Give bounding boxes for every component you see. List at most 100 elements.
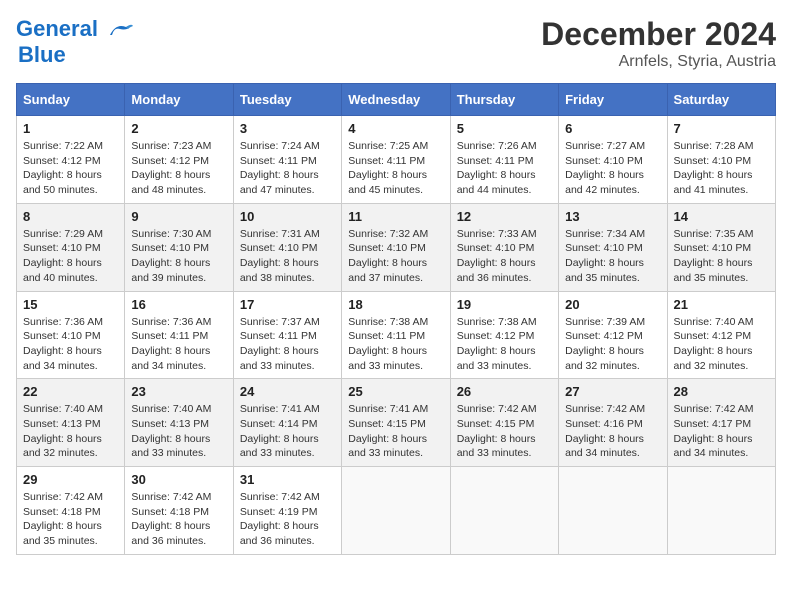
day-info: Sunrise: 7:42 AMSunset: 4:19 PMDaylight:… <box>240 490 335 549</box>
logo-text: General <box>16 16 134 42</box>
day-info: Sunrise: 7:23 AMSunset: 4:12 PMDaylight:… <box>131 139 226 198</box>
day-number: 18 <box>348 297 443 312</box>
table-row: 17 Sunrise: 7:37 AMSunset: 4:11 PMDayligh… <box>233 291 341 379</box>
logo-bird-icon <box>106 21 134 39</box>
page-header: General Blue December 2024 Arnfels, Styr… <box>16 16 776 71</box>
table-row: 7 Sunrise: 7:28 AMSunset: 4:10 PMDaylight… <box>667 116 775 204</box>
calendar-week-row: 8 Sunrise: 7:29 AMSunset: 4:10 PMDaylight… <box>17 203 776 291</box>
day-number: 13 <box>565 209 660 224</box>
day-number: 4 <box>348 121 443 136</box>
day-number: 30 <box>131 472 226 487</box>
day-number: 12 <box>457 209 552 224</box>
col-monday: Monday <box>125 84 233 116</box>
day-info: Sunrise: 7:41 AMSunset: 4:14 PMDaylight:… <box>240 402 335 461</box>
table-row: 30 Sunrise: 7:42 AMSunset: 4:18 PMDayligh… <box>125 467 233 555</box>
table-row: 31 Sunrise: 7:42 AMSunset: 4:19 PMDayligh… <box>233 467 341 555</box>
table-row: 29Sunrise: 7:42 AMSunset: 4:18 PMDayligh… <box>17 467 125 555</box>
day-info: Sunrise: 7:22 AMSunset: 4:12 PMDaylight:… <box>23 139 118 198</box>
day-number: 9 <box>131 209 226 224</box>
day-info: Sunrise: 7:28 AMSunset: 4:10 PMDaylight:… <box>674 139 769 198</box>
day-number: 26 <box>457 384 552 399</box>
day-info: Sunrise: 7:26 AMSunset: 4:11 PMDaylight:… <box>457 139 552 198</box>
day-number: 19 <box>457 297 552 312</box>
table-row: 6Sunrise: 7:27 AMSunset: 4:10 PMDaylight… <box>559 116 667 204</box>
table-row: 18 Sunrise: 7:38 AMSunset: 4:11 PMDayligh… <box>342 291 450 379</box>
day-number: 22 <box>23 384 118 399</box>
day-number: 6 <box>565 121 660 136</box>
calendar-week-row: 15Sunrise: 7:36 AMSunset: 4:10 PMDayligh… <box>17 291 776 379</box>
day-info: Sunrise: 7:38 AMSunset: 4:11 PMDaylight:… <box>348 315 443 374</box>
table-row: 25 Sunrise: 7:41 AMSunset: 4:15 PMDayligh… <box>342 379 450 467</box>
calendar-week-row: 29 Sunrise: 7:42 AMSunset: 4:18 PMDayligh… <box>17 467 776 555</box>
title-block: December 2024 Arnfels, Styria, Austria <box>541 16 776 71</box>
table-row: 4Sunrise: 7:25 AMSunset: 4:11 PMDaylight… <box>342 116 450 204</box>
page-title: December 2024 <box>541 16 776 53</box>
day-info: Sunrise: 7:33 AMSunset: 4:10 PMDaylight:… <box>457 227 552 286</box>
table-row: 22 Sunrise: 7:40 AMSunset: 4:13 PMDayligh… <box>17 379 125 467</box>
day-number: 1 <box>23 121 118 136</box>
day-number: 17 <box>240 297 335 312</box>
day-number: 8 <box>23 209 118 224</box>
day-info: Sunrise: 7:42 AMSunset: 4:18 PMDaylight:… <box>131 490 226 549</box>
day-number: 27 <box>565 384 660 399</box>
day-info: Sunrise: 7:36 AMSunset: 4:10 PMDaylight:… <box>23 315 118 374</box>
col-friday: Friday <box>559 84 667 116</box>
day-info: Sunrise: 7:31 AMSunset: 4:10 PMDaylight:… <box>240 227 335 286</box>
day-number: 11 <box>348 209 443 224</box>
day-info: Sunrise: 7:39 AMSunset: 4:12 PMDaylight:… <box>565 315 660 374</box>
col-sunday: Sunday <box>17 84 125 116</box>
day-info: Sunrise: 7:29 AMSunset: 4:10 PMDaylight:… <box>23 227 118 286</box>
day-info: Sunrise: 7:40 AMSunset: 4:13 PMDaylight:… <box>131 402 226 461</box>
logo: General Blue <box>16 16 134 68</box>
day-number: 3 <box>240 121 335 136</box>
col-wednesday: Wednesday <box>342 84 450 116</box>
day-number: 25 <box>348 384 443 399</box>
day-info: Sunrise: 7:34 AMSunset: 4:10 PMDaylight:… <box>565 227 660 286</box>
table-row: 9 Sunrise: 7:30 AMSunset: 4:10 PMDaylight… <box>125 203 233 291</box>
day-info: Sunrise: 7:36 AMSunset: 4:11 PMDaylight:… <box>131 315 226 374</box>
col-tuesday: Tuesday <box>233 84 341 116</box>
day-number: 7 <box>674 121 769 136</box>
col-thursday: Thursday <box>450 84 558 116</box>
table-row: 2 Sunrise: 7:23 AMSunset: 4:12 PMDaylight… <box>125 116 233 204</box>
table-row: 19Sunrise: 7:38 AMSunset: 4:12 PMDayligh… <box>450 291 558 379</box>
day-number: 23 <box>131 384 226 399</box>
day-info: Sunrise: 7:42 AMSunset: 4:17 PMDaylight:… <box>674 402 769 461</box>
day-number: 21 <box>674 297 769 312</box>
day-number: 31 <box>240 472 335 487</box>
calendar-week-row: 22 Sunrise: 7:40 AMSunset: 4:13 PMDayligh… <box>17 379 776 467</box>
day-number: 2 <box>131 121 226 136</box>
day-info: Sunrise: 7:32 AMSunset: 4:10 PMDaylight:… <box>348 227 443 286</box>
logo-blue-text: Blue <box>18 42 66 67</box>
day-info: Sunrise: 7:40 AMSunset: 4:13 PMDaylight:… <box>23 402 118 461</box>
day-number: 28 <box>674 384 769 399</box>
table-row: 15Sunrise: 7:36 AMSunset: 4:10 PMDayligh… <box>17 291 125 379</box>
table-row: 20 Sunrise: 7:39 AMSunset: 4:12 PMDayligh… <box>559 291 667 379</box>
day-info: Sunrise: 7:37 AMSunset: 4:11 PMDaylight:… <box>240 315 335 374</box>
table-row: 3 Sunrise: 7:24 AMSunset: 4:11 PMDaylight… <box>233 116 341 204</box>
day-info: Sunrise: 7:42 AMSunset: 4:16 PMDaylight:… <box>565 402 660 461</box>
day-number: 20 <box>565 297 660 312</box>
table-row: 5 Sunrise: 7:26 AMSunset: 4:11 PMDaylight… <box>450 116 558 204</box>
day-number: 5 <box>457 121 552 136</box>
day-info: Sunrise: 7:30 AMSunset: 4:10 PMDaylight:… <box>131 227 226 286</box>
table-row: 23 Sunrise: 7:40 AMSunset: 4:13 PMDayligh… <box>125 379 233 467</box>
table-row <box>342 467 450 555</box>
table-row: 21 Sunrise: 7:40 AMSunset: 4:12 PMDayligh… <box>667 291 775 379</box>
day-number: 29 <box>23 472 118 487</box>
calendar-header-row: Sunday Monday Tuesday Wednesday Thursday… <box>17 84 776 116</box>
day-info: Sunrise: 7:40 AMSunset: 4:12 PMDaylight:… <box>674 315 769 374</box>
day-info: Sunrise: 7:41 AMSunset: 4:15 PMDaylight:… <box>348 402 443 461</box>
table-row: 28 Sunrise: 7:42 AMSunset: 4:17 PMDayligh… <box>667 379 775 467</box>
day-info: Sunrise: 7:35 AMSunset: 4:10 PMDaylight:… <box>674 227 769 286</box>
calendar-week-row: 1 Sunrise: 7:22 AMSunset: 4:12 PMDaylight… <box>17 116 776 204</box>
day-info: Sunrise: 7:24 AMSunset: 4:11 PMDaylight:… <box>240 139 335 198</box>
table-row: 10Sunrise: 7:31 AMSunset: 4:10 PMDayligh… <box>233 203 341 291</box>
table-row: 12 Sunrise: 7:33 AMSunset: 4:10 PMDayligh… <box>450 203 558 291</box>
table-row: 14 Sunrise: 7:35 AMSunset: 4:10 PMDayligh… <box>667 203 775 291</box>
day-number: 24 <box>240 384 335 399</box>
day-number: 14 <box>674 209 769 224</box>
table-row: 24 Sunrise: 7:41 AMSunset: 4:14 PMDayligh… <box>233 379 341 467</box>
day-number: 16 <box>131 297 226 312</box>
table-row: 27 Sunrise: 7:42 AMSunset: 4:16 PMDayligh… <box>559 379 667 467</box>
